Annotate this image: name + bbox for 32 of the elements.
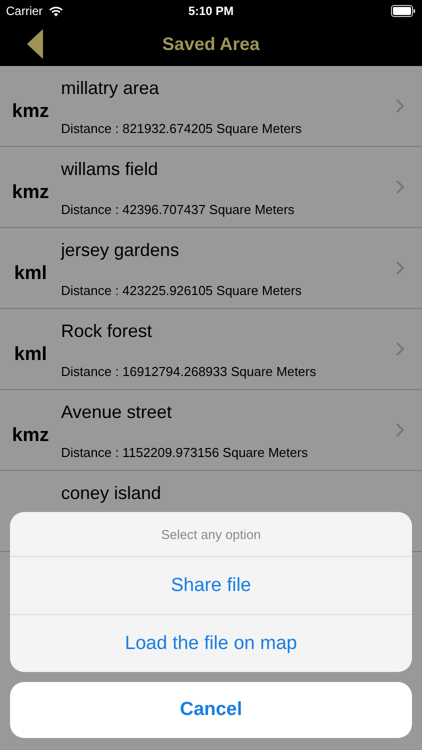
- distance-text: Distance : 423225.926105 Square Meters: [61, 283, 303, 298]
- back-arrow-icon: [27, 29, 43, 59]
- sheet-title: Select any option: [161, 526, 261, 542]
- chevron-icon: [396, 342, 404, 356]
- area-name: willams field: [61, 159, 158, 179]
- distance-text: Distance : 42396.707437 Square Meters: [61, 202, 296, 217]
- clock-label: 5:10 PM: [188, 4, 234, 18]
- screen-title: Saved Area: [162, 34, 260, 54]
- chevron-icon: [396, 261, 404, 275]
- file-type-label: kmz: [12, 425, 49, 446]
- distance-text: Distance : 821932.674205 Square Meters: [61, 121, 303, 136]
- battery-icon: [391, 5, 416, 17]
- cancel-button[interactable]: Cancel: [10, 682, 412, 738]
- wifi-icon: [48, 5, 64, 17]
- chevron-icon: [396, 99, 404, 113]
- sheet-option[interactable]: Share file: [10, 556, 412, 614]
- back-button[interactable]: [27, 29, 43, 59]
- distance-text: Distance : 16912794.268933 Square Meters: [61, 364, 318, 379]
- sheet-option[interactable]: Load the file on map: [10, 614, 412, 672]
- area-name: Rock forest: [61, 321, 152, 341]
- file-type-label: kml: [14, 263, 47, 284]
- file-type-label: kmz: [12, 182, 49, 203]
- area-name: Avenue street: [61, 402, 172, 422]
- chevron-icon: [396, 423, 404, 437]
- area-name: coney island: [61, 483, 162, 503]
- distance-text: Distance : 1152209.973156 Square Meters: [61, 445, 309, 460]
- carrier-label: Carrier: [6, 4, 43, 18]
- area-name: millatry area: [61, 78, 160, 98]
- file-type-label: kml: [14, 344, 47, 365]
- file-type-label: kmz: [12, 101, 49, 122]
- area-name: jersey gardens: [61, 240, 180, 260]
- chevron-icon: [396, 180, 404, 194]
